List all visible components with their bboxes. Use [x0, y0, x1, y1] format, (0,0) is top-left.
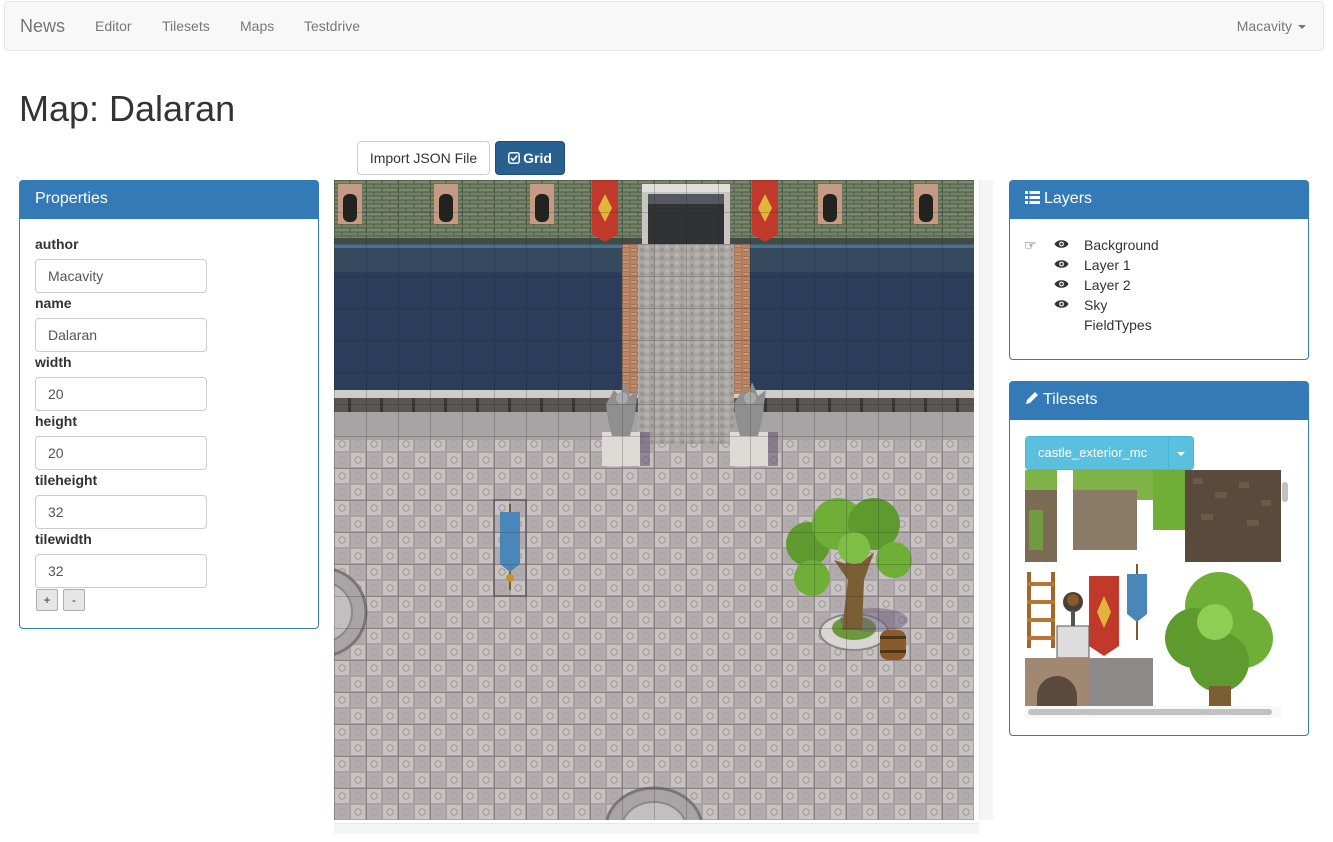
layer-row-layer-1[interactable]: Layer 1 [1010, 257, 1290, 277]
grid-toggle-button[interactable]: Grid [495, 141, 565, 175]
chevron-down-icon [1177, 451, 1185, 456]
map-render[interactable] [334, 180, 974, 820]
eye-icon[interactable] [1054, 238, 1069, 250]
layer-row-sky[interactable]: Sky [1010, 297, 1290, 317]
eye-icon[interactable] [1054, 258, 1069, 270]
layers-title: Layers [1044, 190, 1093, 207]
tileset-dropdown-toggle[interactable] [1168, 436, 1194, 470]
navbar-brand[interactable]: News [20, 16, 65, 37]
properties-heading: Properties [20, 181, 318, 219]
chevron-down-icon [1298, 25, 1306, 30]
list-icon [1025, 191, 1040, 204]
eye-icon[interactable] [1054, 278, 1069, 290]
tilewidth-input[interactable] [35, 554, 207, 588]
scrollbar-thumb[interactable] [1282, 482, 1288, 502]
tileheight-label: tileheight [35, 472, 98, 488]
tilesets-heading: Tilesets [1010, 382, 1308, 420]
layer-name: Layer 2 [1084, 277, 1131, 293]
layer-name: Sky [1084, 297, 1108, 313]
nav-link-editor[interactable]: Editor [95, 18, 132, 34]
map-vertical-scrollbar[interactable] [979, 180, 993, 820]
tilewidth-label: tilewidth [35, 531, 92, 547]
user-name: Macavity [1236, 18, 1292, 34]
nav-link-tilesets[interactable]: Tilesets [162, 18, 210, 34]
page-title: Map: Dalaran [19, 88, 236, 129]
layer-row-layer-2[interactable]: Layer 2 [1010, 277, 1290, 297]
tileset-vertical-scrollbar[interactable] [1280, 474, 1290, 706]
author-input[interactable] [35, 259, 207, 293]
user-menu[interactable]: Macavity [1237, 18, 1306, 34]
tileset-select-button[interactable]: castle_exterior_mc [1025, 436, 1169, 470]
remove-property-button[interactable]: - [63, 589, 85, 611]
layer-row-background[interactable]: ☞ Background [1010, 237, 1290, 257]
tilesets-title: Tilesets [1043, 391, 1098, 408]
layer-row-fieldtypes[interactable]: FieldTypes [1010, 317, 1290, 337]
width-label: width [35, 354, 72, 370]
width-input[interactable] [35, 377, 207, 411]
name-input[interactable] [35, 318, 207, 352]
name-label: name [35, 295, 72, 311]
layer-name: Layer 1 [1084, 257, 1131, 273]
grid-overlay [334, 180, 974, 820]
layer-name: FieldTypes [1084, 317, 1152, 333]
height-input[interactable] [35, 436, 207, 470]
layers-panel: Layers ☞ Background Layer 1 Layer 2 Sky … [1009, 180, 1309, 360]
nav-link-maps[interactable]: Maps [240, 18, 274, 34]
layer-name: Background [1084, 237, 1159, 253]
layers-heading: Layers [1010, 181, 1308, 219]
check-square-icon [508, 152, 521, 164]
nav-link-testdrive[interactable]: Testdrive [304, 18, 360, 34]
scrollbar-thumb[interactable] [1028, 709, 1272, 715]
tileset-preview[interactable] [1025, 470, 1293, 718]
eye-icon[interactable] [1054, 298, 1069, 310]
map-horizontal-scrollbar[interactable] [334, 823, 979, 834]
map-canvas[interactable] [334, 180, 974, 820]
pencil-icon [1026, 392, 1038, 404]
import-json-button[interactable]: Import JSON File [357, 141, 490, 175]
height-label: height [35, 413, 77, 429]
top-navbar: News Editor Tilesets Maps Testdrive Maca… [4, 1, 1324, 51]
author-label: author [35, 236, 79, 252]
tileset-horizontal-scrollbar[interactable] [1025, 706, 1281, 718]
hand-pointer-icon: ☞ [1024, 237, 1037, 253]
tileset-image[interactable] [1025, 470, 1293, 718]
tileheight-input[interactable] [35, 495, 207, 529]
add-property-button[interactable]: + [36, 589, 58, 611]
grid-label: Grid [523, 150, 552, 166]
